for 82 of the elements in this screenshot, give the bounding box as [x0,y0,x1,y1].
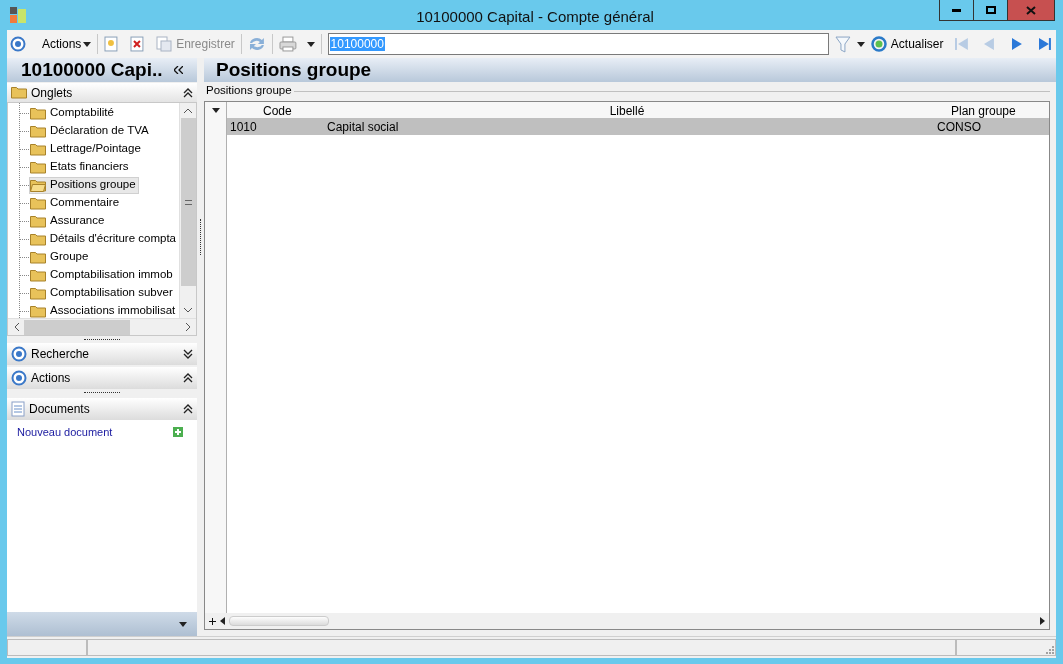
resize-grip-icon[interactable] [1045,645,1055,655]
tree-item[interactable]: Comptabilisation subver [29,284,176,302]
expand-chevron-icon[interactable] [183,349,193,359]
actions-menu-button[interactable]: Actions [42,35,92,53]
horizontal-scrollbar[interactable] [205,613,1049,629]
table-cell-text: Capital social [327,118,400,136]
scroll-down-icon[interactable] [184,308,192,313]
folder-icon [30,214,46,228]
copy-document-icon [156,36,173,52]
close-icon [1026,5,1036,15]
close-button[interactable] [1008,0,1054,20]
section-title: Recherche [31,346,91,363]
folder-icon [30,268,46,282]
column-header[interactable]: Libellé [327,102,927,118]
caret-icon[interactable] [306,41,315,47]
caret-icon[interactable] [856,41,865,47]
scroll-thumb[interactable] [229,616,329,626]
folder-icon [30,142,46,156]
tree-item[interactable]: Détails d'écriture compta [28,230,179,248]
document-icon [11,401,25,417]
collapse-chevron-icon[interactable] [183,404,193,414]
section-title: Actions [31,370,72,387]
window-title: 10100000 Capital - Compte général [415,7,655,27]
refresh-icon [870,36,887,52]
add-row-icon[interactable] [209,617,216,625]
tree-item[interactable]: Etats financiers [29,158,132,176]
section-header[interactable]: Onglets [7,83,197,102]
delete-document-icon[interactable] [130,36,145,52]
tree-item[interactable]: Positions groupe [29,176,139,194]
tree-item[interactable]: Assurance [29,212,108,230]
scroll-right-icon[interactable] [185,323,191,331]
folder-icon [30,286,46,300]
column-header[interactable]: Plan groupe [927,102,1049,118]
column-header[interactable]: Code [227,102,327,118]
refresh-button[interactable]: Actualiser [870,35,944,53]
horizontal-scrollbar[interactable] [8,318,196,335]
scroll-left-icon[interactable] [13,323,19,331]
record-title: 10100000 Capi.. [21,57,163,82]
section-header[interactable]: Recherche [7,343,197,365]
folder-icon [30,124,46,138]
folder-icon [30,250,46,264]
section-title: Documents [29,401,91,418]
radio-circle-icon [10,36,26,52]
collapse-chevron-icon[interactable] [183,87,193,98]
caret-icon [83,41,92,47]
tree-item[interactable]: Commentaire [29,194,123,212]
folder-icon [30,196,46,210]
scroll-thumb[interactable] [180,118,196,286]
caret-icon[interactable] [211,108,220,113]
content-title: Positions groupe [216,57,372,82]
table-cell-text: 1010 [229,118,258,136]
folder-icon [30,160,46,174]
folder-icon [30,106,46,120]
vertical-scrollbar[interactable] [179,103,196,318]
tree-item[interactable]: Comptabilité [29,104,117,122]
open-folder-icon [30,178,46,192]
last-record-icon[interactable] [1037,36,1054,52]
collapse-chevron-icon[interactable] [183,373,193,383]
folder-icon [11,86,27,99]
tree-item[interactable]: Groupe [29,248,92,266]
table-row[interactable]: 1010 Capital social CONSO [227,118,1049,135]
scroll-thumb[interactable] [24,319,130,335]
scroll-up-icon[interactable] [184,108,192,113]
table-cell-text: CONSO [936,118,982,136]
radio-circle-icon [11,370,27,386]
radio-circle-icon [11,346,27,362]
new-document-link[interactable]: Nouveau document [17,424,173,441]
scroll-right-icon[interactable] [1040,617,1045,625]
caret-icon [179,621,187,627]
tree-item[interactable]: Lettrage/Pointage [29,140,144,158]
collapse-panel-icon[interactable] [174,66,183,74]
tree-item[interactable]: Associations immobilisat [29,302,179,318]
tree-item[interactable]: Déclaration de TVA [29,122,152,140]
add-icon[interactable] [173,427,183,438]
section-header[interactable]: Actions [7,367,197,389]
section-title: Onglets [31,84,74,102]
group-label: Positions groupe [205,83,293,99]
app-logo-icon [10,7,26,23]
scroll-left-icon[interactable] [220,617,225,625]
section-header[interactable]: Documents [7,398,197,420]
tree-item[interactable]: Comptabilisation immob [29,266,176,284]
folder-icon [29,232,46,246]
